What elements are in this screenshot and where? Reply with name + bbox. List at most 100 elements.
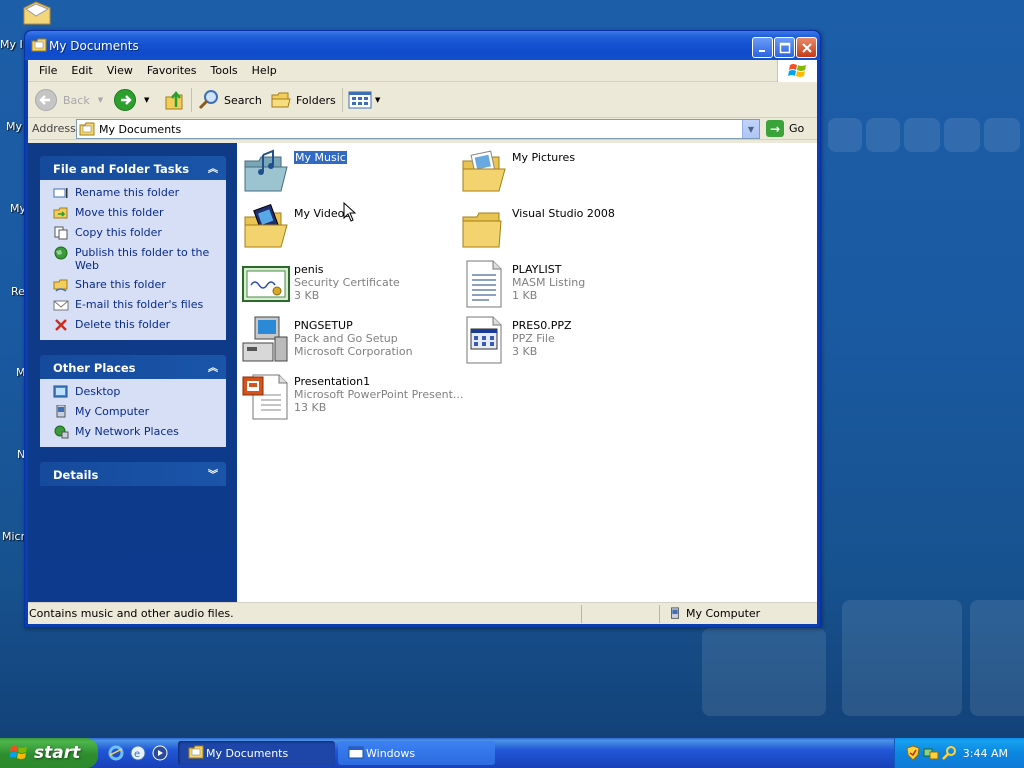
file-size: 3 KB	[512, 345, 538, 358]
place-label: My Network Places	[75, 425, 179, 438]
media-player-icon[interactable]	[152, 745, 168, 761]
menu-favorites[interactable]: Favorites	[140, 64, 204, 77]
panel-title: File and Folder Tasks	[53, 162, 190, 176]
place-my-computer[interactable]: My Computer	[53, 405, 218, 419]
place-label: My Computer	[75, 405, 150, 418]
email-icon	[53, 300, 69, 311]
outlook-express-icon[interactable]: e	[130, 745, 146, 761]
desktop-decoration	[702, 628, 826, 716]
maximize-icon	[779, 42, 790, 53]
copy-icon	[54, 226, 68, 240]
file-type: Pack and Go Setup	[294, 332, 398, 345]
views-button[interactable]: ▼	[348, 88, 380, 112]
search-tray-icon[interactable]	[941, 745, 957, 761]
file-item[interactable]: My Pictures	[459, 147, 575, 197]
menu-view[interactable]: View	[100, 64, 140, 77]
taskbar-item-windows[interactable]: Windows	[338, 741, 495, 765]
file-item[interactable]: PRES0.PPZ PPZ File 3 KB	[459, 315, 572, 365]
desktop-decoration	[828, 118, 862, 152]
search-button[interactable]: Search	[198, 88, 262, 112]
task-label: Share this folder	[75, 278, 166, 291]
back-dropdown-icon[interactable]: ▼	[98, 96, 103, 104]
back-arrow-icon	[35, 89, 57, 111]
windows-logo-icon	[777, 60, 817, 82]
desktop-decoration	[970, 600, 1024, 716]
close-button[interactable]	[796, 37, 817, 58]
place-network[interactable]: My Network Places	[53, 425, 218, 439]
other-places-body: Desktop My Computer My Network Places	[40, 379, 226, 447]
collapse-icon[interactable]: ︽	[208, 160, 218, 175]
desktop-icon-top[interactable]	[22, 0, 52, 31]
delete-icon	[55, 319, 67, 331]
task-share-folder[interactable]: Share this folder	[53, 278, 218, 292]
internet-explorer-icon[interactable]	[108, 745, 124, 761]
status-bar: Contains music and other audio files. My…	[28, 602, 817, 624]
collapse-icon[interactable]: ︽	[208, 359, 218, 374]
task-email-files[interactable]: E-mail this folder's files	[53, 298, 218, 312]
file-item[interactable]: My Music	[241, 147, 347, 197]
views-dropdown-icon[interactable]: ▼	[375, 96, 380, 104]
task-rename-folder[interactable]: Rename this folder	[53, 186, 218, 200]
minimize-button[interactable]	[752, 37, 773, 58]
file-item[interactable]: penis Security Certificate 3 KB	[241, 259, 400, 309]
task-delete-folder[interactable]: Delete this folder	[53, 318, 218, 332]
videos-folder-icon	[244, 203, 288, 248]
file-name: My Pictures	[512, 151, 576, 164]
other-places-header[interactable]: Other Places ︽	[40, 355, 226, 379]
go-label: Go	[789, 122, 805, 135]
powerpoint-file-icon	[242, 374, 288, 420]
address-input[interactable]: My Documents ▼	[76, 119, 760, 139]
file-folder-tasks-header[interactable]: File and Folder Tasks ︽	[40, 156, 226, 180]
expand-icon[interactable]: ︾	[208, 466, 218, 481]
go-button[interactable]: → Go	[766, 120, 804, 137]
window-title: My Documents	[49, 39, 139, 53]
address-dropdown-button[interactable]: ▼	[742, 120, 759, 138]
details-header[interactable]: Details ︾	[40, 462, 226, 486]
file-type: PPZ File	[512, 332, 555, 345]
menu-file[interactable]: File	[32, 64, 64, 77]
start-label: start	[34, 743, 81, 763]
window-icon	[348, 746, 364, 759]
menu-edit[interactable]: Edit	[64, 64, 99, 77]
forward-button[interactable]: ▼	[114, 88, 149, 112]
file-item[interactable]: Visual Studio 2008	[459, 203, 615, 253]
task-move-folder[interactable]: Move this folder	[53, 206, 218, 220]
file-size: 3 KB	[294, 289, 320, 302]
taskbar: start e My Documents Windows 3:44 AM	[0, 738, 1024, 768]
file-name: Visual Studio 2008	[512, 207, 615, 220]
views-icon	[348, 91, 372, 109]
panel-title: Other Places	[53, 361, 136, 375]
folders-icon	[271, 92, 291, 108]
clock: 3:44 AM	[962, 747, 1008, 760]
start-button[interactable]: start	[0, 738, 98, 768]
certificate-icon	[242, 266, 290, 302]
task-publish-folder[interactable]: Publish this folder to the Web	[53, 246, 218, 272]
forward-dropdown-icon[interactable]: ▼	[144, 96, 149, 104]
task-copy-folder[interactable]: Copy this folder	[53, 226, 218, 240]
file-item[interactable]: My Videos	[241, 203, 350, 253]
task-label: Publish this folder to the Web	[75, 246, 210, 272]
maximize-button[interactable]	[774, 37, 795, 58]
file-item[interactable]: Presentation1 Microsoft PowerPoint Prese…	[241, 371, 463, 421]
up-folder-button[interactable]	[164, 88, 186, 112]
file-item[interactable]: PLAYLIST MASM Listing 1 KB	[459, 259, 585, 309]
desktop-decoration	[904, 118, 940, 152]
network-tray-icon[interactable]	[923, 745, 939, 761]
file-name: My Videos	[294, 207, 351, 220]
title-bar[interactable]: My Documents	[25, 31, 820, 60]
pictures-folder-icon	[462, 150, 506, 192]
security-shield-icon[interactable]	[905, 745, 921, 761]
menu-tools[interactable]: Tools	[204, 64, 245, 77]
computer-icon	[671, 606, 679, 619]
globe-icon	[54, 246, 68, 260]
back-button[interactable]: Back ▼	[35, 88, 103, 112]
place-desktop[interactable]: Desktop	[53, 385, 218, 399]
rename-icon	[53, 188, 68, 198]
menu-help[interactable]: Help	[245, 64, 284, 77]
folders-button[interactable]: Folders	[270, 88, 336, 112]
status-location	[581, 604, 659, 623]
file-size: 1 KB	[512, 289, 538, 302]
file-item[interactable]: PNGSETUP Pack and Go Setup Microsoft Cor…	[241, 315, 413, 365]
file-name: My Music	[294, 151, 347, 164]
taskbar-item-my-documents[interactable]: My Documents	[178, 741, 335, 765]
